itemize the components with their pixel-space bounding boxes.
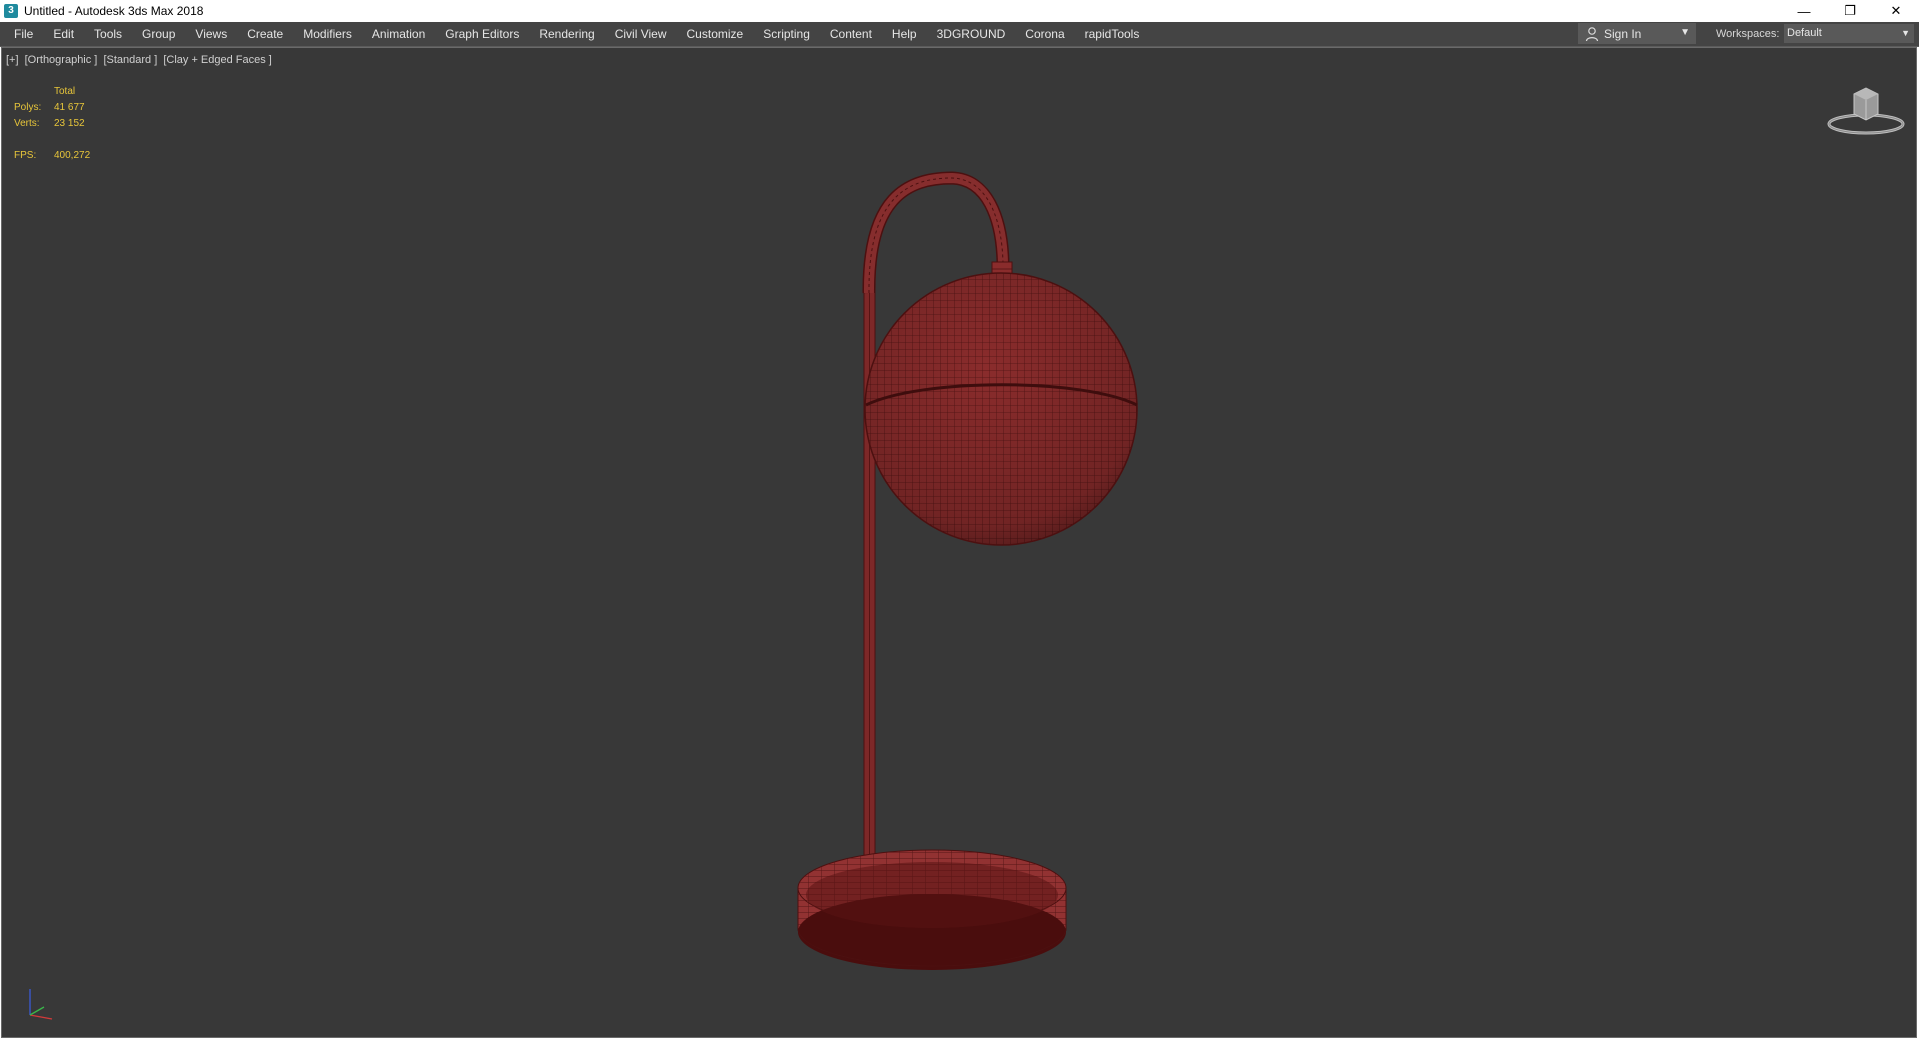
minimize-button[interactable]: — (1781, 0, 1827, 22)
menu-help[interactable]: Help (882, 22, 927, 46)
sign-in-dropdown[interactable]: Sign In ▼ (1578, 23, 1696, 44)
menu-content[interactable]: Content (820, 22, 882, 46)
workspaces-value: Default (1787, 27, 1822, 39)
menu-tools[interactable]: Tools (84, 22, 132, 46)
menu-customize[interactable]: Customize (677, 22, 754, 46)
menu-create[interactable]: Create (237, 22, 293, 46)
menu-rapidtools[interactable]: rapidTools (1075, 22, 1150, 46)
app-icon: 3 (4, 4, 18, 18)
lamp-globe (864, 272, 1138, 546)
menu-animation[interactable]: Animation (362, 22, 435, 46)
menu-corona[interactable]: Corona (1015, 22, 1074, 46)
workspaces-label: Workspaces: (1716, 28, 1780, 40)
scene-canvas[interactable] (2, 48, 1916, 1037)
restore-button[interactable]: ❐ (1827, 0, 1873, 22)
lamp-model[interactable] (797, 171, 1142, 970)
menu-graph-editors[interactable]: Graph Editors (435, 22, 529, 46)
chevron-down-icon: ▼ (1680, 27, 1690, 38)
menu-modifiers[interactable]: Modifiers (293, 22, 362, 46)
chevron-down-icon: ▼ (1901, 28, 1910, 38)
workspaces-select[interactable]: Default ▼ (1784, 24, 1914, 43)
close-button[interactable]: ✕ (1873, 0, 1919, 22)
axis-tripod-icon (29, 989, 53, 1020)
menu-civil-view[interactable]: Civil View (605, 22, 677, 46)
lamp-base (797, 849, 1067, 970)
title-bar: 3 Untitled - Autodesk 3ds Max 2018 — ❐ ✕ (0, 0, 1919, 22)
menu-edit[interactable]: Edit (43, 22, 84, 46)
window-title: Untitled - Autodesk 3ds Max 2018 (24, 4, 204, 18)
user-icon (1585, 26, 1599, 41)
menu-3dground[interactable]: 3DGROUND (927, 22, 1016, 46)
window-controls: — ❐ ✕ (1781, 0, 1919, 22)
menu-file[interactable]: File (0, 22, 43, 46)
menu-group[interactable]: Group (132, 22, 185, 46)
menu-rendering[interactable]: Rendering (529, 22, 604, 46)
menu-views[interactable]: Views (185, 22, 237, 46)
sign-in-label: Sign In (1604, 26, 1642, 41)
menu-scripting[interactable]: Scripting (753, 22, 820, 46)
viewport-orthographic[interactable]: [+] [Orthographic ] [Standard ] [Clay + … (1, 47, 1917, 1038)
